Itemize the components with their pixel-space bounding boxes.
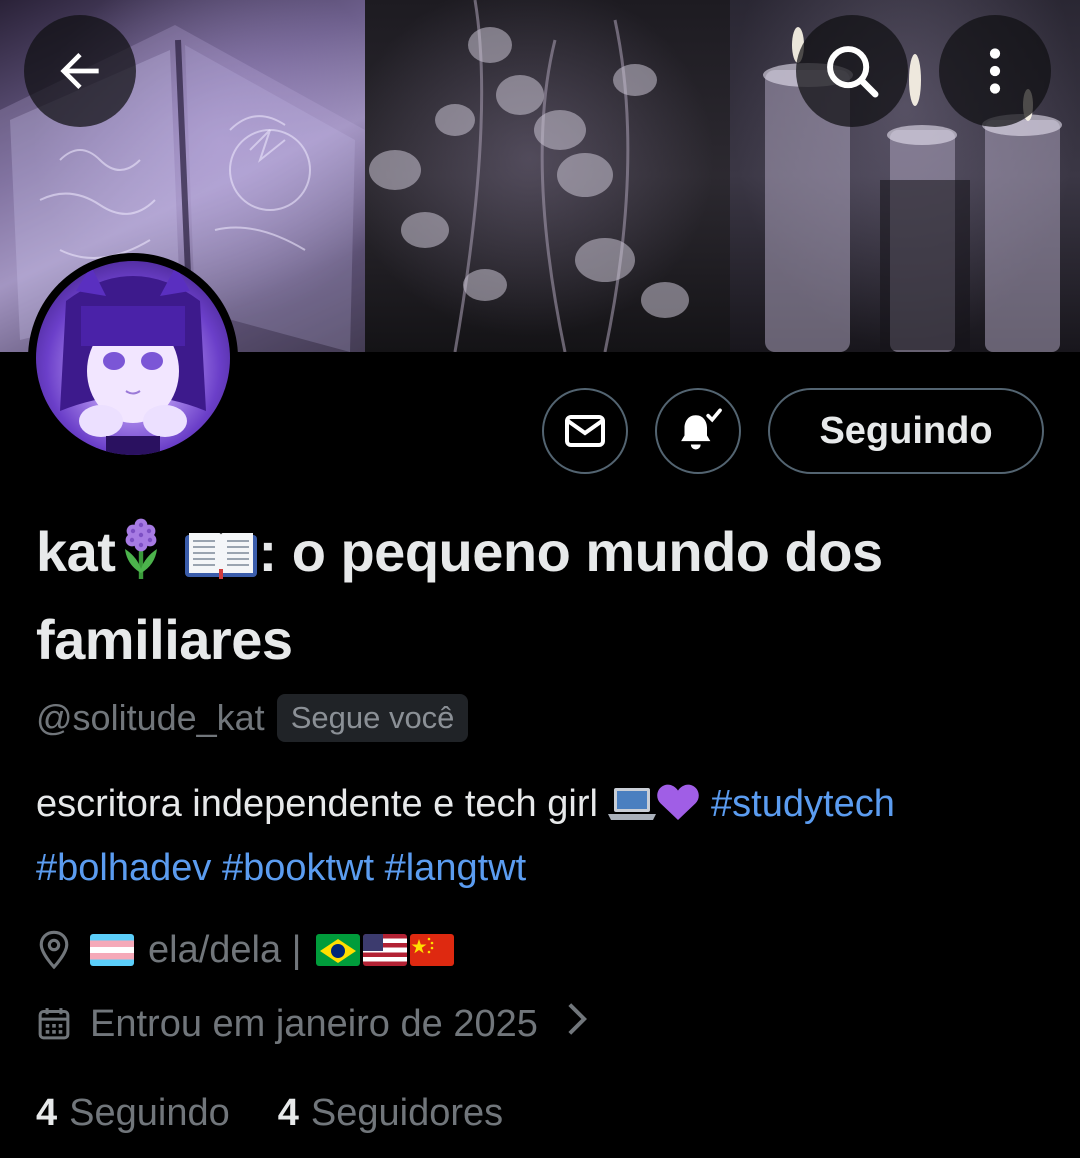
calendar-icon (36, 1004, 72, 1044)
display-name: kat: o pequeno mundo dos familiares (36, 512, 1046, 680)
username-handle: @solitude_kat (36, 697, 265, 738)
laptop-icon (608, 781, 657, 839)
joined-row[interactable]: Entrou em janeiro de 2025 (36, 996, 588, 1052)
follows-you-badge: Segue você (276, 694, 469, 742)
hashtag-link[interactable]: #studytech (711, 783, 895, 825)
display-name-prefix: kat (36, 520, 116, 583)
follow-stats: 4 Seguindo 4 Seguidores (36, 1085, 503, 1141)
hyacinth-icon (115, 517, 167, 600)
avatar-image (36, 261, 230, 455)
bio-text: escritora independente e tech girl (36, 783, 598, 825)
following-count: 4 (36, 1091, 58, 1134)
back-button[interactable] (24, 15, 136, 127)
following-label: Seguindo (69, 1091, 230, 1134)
mail-icon (565, 415, 605, 447)
location-text: ela/dela | (148, 928, 302, 971)
handle-row: @solitude_kat Segue você (36, 690, 469, 746)
open-book-icon (183, 520, 259, 600)
followers-label: Seguidores (310, 1091, 504, 1134)
hashtag-link[interactable]: #bolhadev (36, 847, 211, 889)
more-options-button[interactable] (939, 15, 1051, 127)
following-count-link[interactable]: 4 Seguindo (36, 1092, 230, 1135)
following-button[interactable]: Seguindo (768, 388, 1044, 474)
usa-flag-icon (362, 934, 407, 966)
message-button[interactable] (542, 388, 628, 474)
search-icon (827, 46, 879, 98)
hashtag-link[interactable]: #booktwt (222, 847, 374, 889)
profile-bio: escritora independente e tech girl #stud… (36, 775, 1046, 897)
transgender-flag-icon (90, 934, 134, 966)
purple-heart-icon (656, 781, 700, 839)
china-flag-icon (409, 934, 454, 966)
chevron-right-icon (566, 1001, 588, 1047)
bell-check-icon (681, 408, 722, 450)
hashtag-link[interactable]: #langtwt (385, 847, 527, 889)
avatar[interactable] (28, 253, 238, 463)
joined-date: Entrou em janeiro de 2025 (90, 1002, 538, 1045)
notifications-button[interactable] (655, 388, 741, 474)
location-pin-icon (36, 930, 72, 970)
more-vertical-icon (989, 48, 1001, 94)
followers-count: 4 (277, 1091, 299, 1134)
followers-count-link[interactable]: 4 Seguidores (278, 1092, 503, 1135)
search-button[interactable] (796, 15, 908, 127)
banner-image-lily-of-the-valley (365, 0, 730, 352)
brazil-flag-icon (315, 934, 360, 966)
location-row: ela/dela | (36, 922, 454, 978)
arrow-left-icon (60, 53, 99, 89)
